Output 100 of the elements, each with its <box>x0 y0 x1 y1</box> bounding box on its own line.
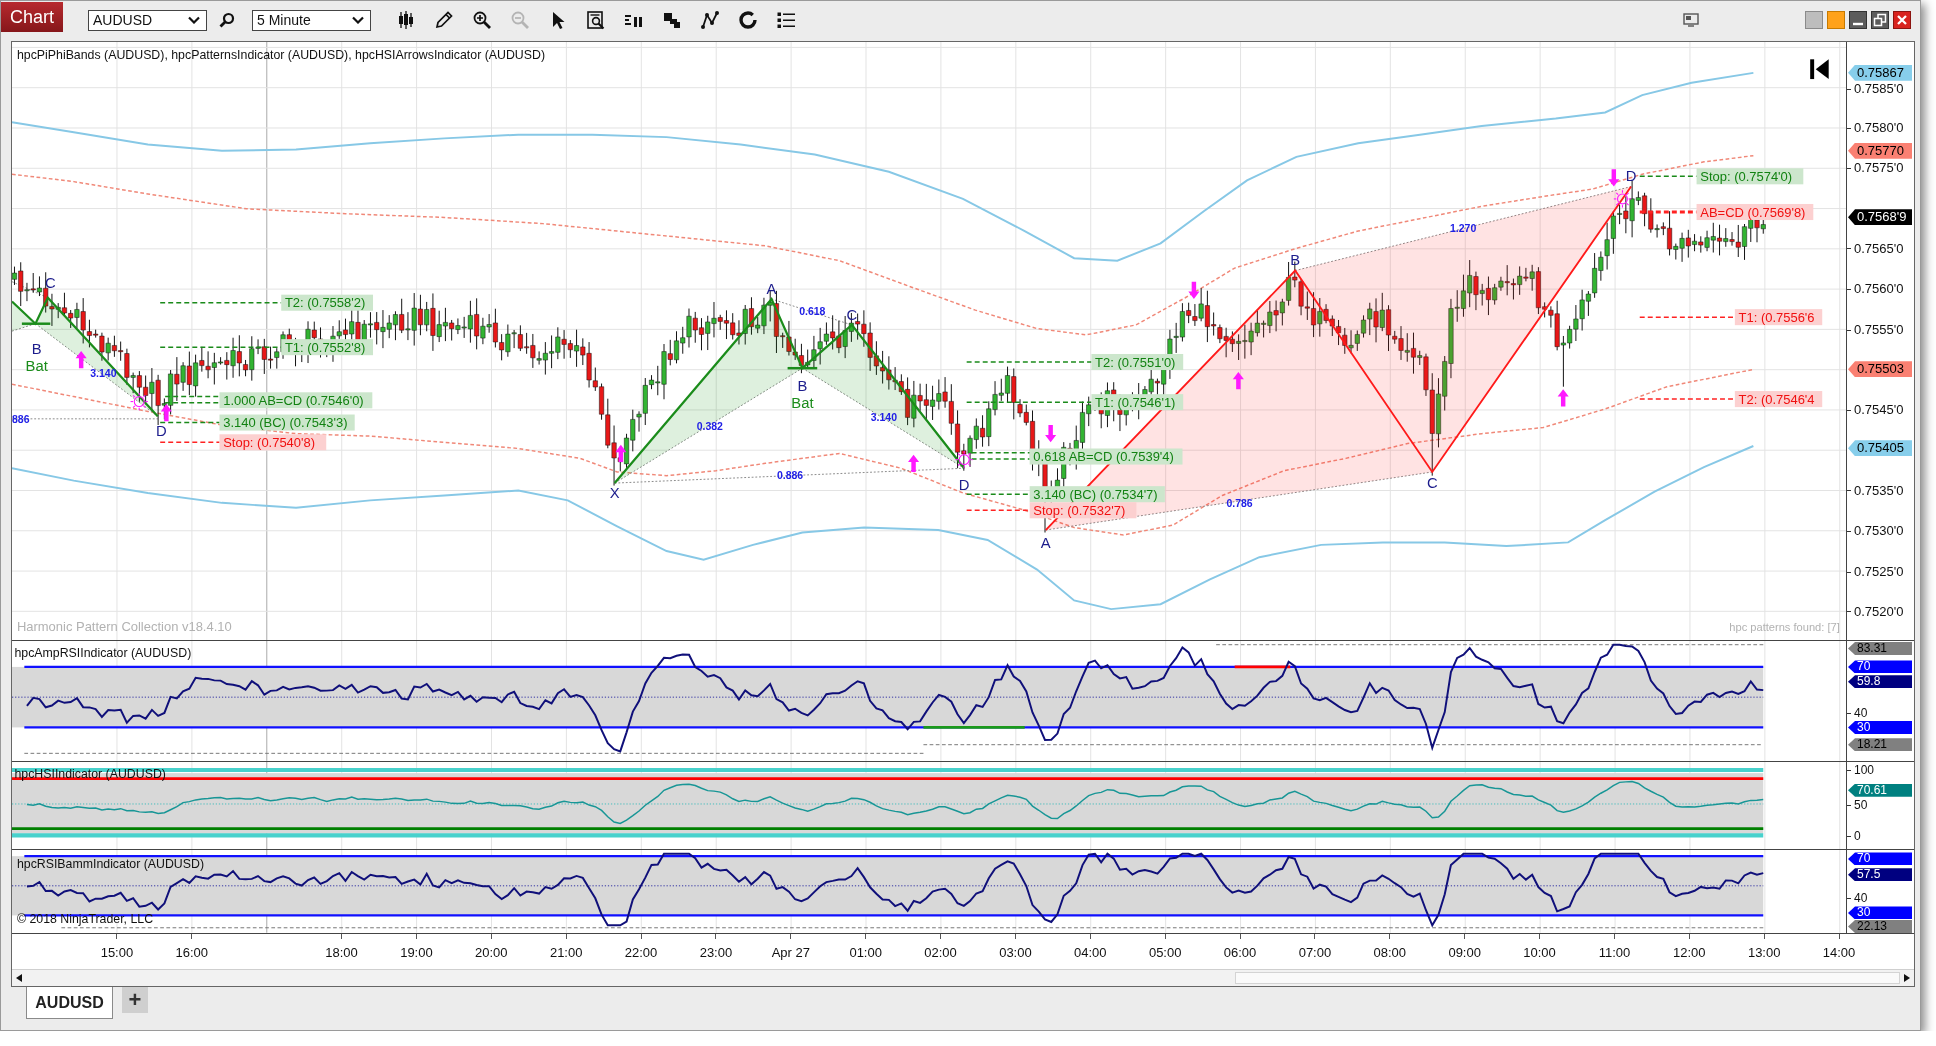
swatch-icon[interactable] <box>1827 11 1845 29</box>
axis-label: 50 <box>1854 797 1868 812</box>
target-label: T1: (0.7546'1) <box>1091 394 1184 411</box>
pattern-name-label: Bat <box>25 357 48 374</box>
stacked-squares-icon[interactable] <box>662 10 682 30</box>
add-tab-button[interactable]: + <box>122 987 148 1014</box>
up-arrow-icon <box>1557 389 1569 407</box>
price-label: 0.7580'0 <box>1854 120 1904 136</box>
price-label: 0.7535'0 <box>1854 482 1904 498</box>
time-label: 06:00 <box>1223 945 1257 961</box>
price-label: 0.7560'0 <box>1854 281 1904 297</box>
down-arrow-icon <box>1188 281 1200 299</box>
level-line <box>1639 175 1698 178</box>
document-search-icon[interactable] <box>586 10 606 30</box>
candlestick-icon[interactable] <box>396 10 416 30</box>
level-line <box>159 441 221 444</box>
starburst-icon <box>955 450 974 469</box>
ratio-label: 0.618 <box>799 306 826 318</box>
skip-back-icon[interactable] <box>1810 59 1829 80</box>
price-label: 0.7545'0 <box>1854 402 1904 418</box>
starburst-icon <box>1613 189 1632 209</box>
time-label: 22:00 <box>624 945 658 961</box>
search-icon[interactable] <box>219 12 235 28</box>
ratio-label: 3.140 <box>90 367 117 379</box>
time-label: 08:00 <box>1373 945 1407 961</box>
value-tag: 70 <box>1848 660 1912 674</box>
list-icon[interactable] <box>776 10 796 30</box>
minimize-icon[interactable] <box>1849 11 1867 29</box>
value-tag: 30 <box>1848 906 1912 920</box>
up-arrow-icon <box>908 454 920 472</box>
ratio-label: 0.886 <box>776 470 804 482</box>
time-label: 10:00 <box>1523 945 1556 961</box>
stop-label: Stop: (0.7532'7) <box>1029 502 1137 519</box>
time-label: 15:00 <box>100 945 134 961</box>
value-tag: 70.61 <box>1848 783 1912 797</box>
target-label: T2: (0.7546'4 <box>1734 391 1823 408</box>
point-label: B <box>1290 251 1301 268</box>
up-arrow-icon <box>75 350 87 369</box>
point-label: D <box>156 423 167 440</box>
version-text: Harmonic Pattern Collection v18.4.10 <box>16 619 232 635</box>
chevron-down-icon <box>188 16 200 24</box>
signal-segment <box>1234 665 1291 669</box>
instrument-dropdown[interactable]: AUDUSD <box>88 9 207 31</box>
indicator-title: hpcPiPhiBands (AUDUSD), hpcPatternsIndicator (AUDUSD), hpcHSIArrowsIndicator (AUDUSD) <box>16 47 546 62</box>
level-line <box>965 509 1031 511</box>
price-label: 0.7585'0 <box>1854 81 1904 97</box>
time-label: 18:00 <box>325 945 358 961</box>
target-label: T1: (0.7552'8) <box>281 339 374 356</box>
scrollbar-thumb[interactable] <box>1235 972 1900 985</box>
target-label: T1: (0.7556'6 <box>1734 309 1823 326</box>
restore-icon[interactable] <box>1871 11 1889 29</box>
ratio-label: 886 <box>12 413 30 425</box>
ratio-label: 0.382 <box>696 420 723 432</box>
ratio-label: 1.270 <box>1450 223 1477 235</box>
instrument-tab[interactable]: AUDUSD <box>26 987 113 1020</box>
point-label: C <box>1426 475 1438 492</box>
time-label: 23:00 <box>699 945 733 961</box>
interval-dropdown[interactable]: 5 Minute <box>252 9 371 31</box>
time-label: Apr 27 <box>771 945 810 961</box>
axis-label: 40 <box>1854 705 1868 720</box>
point-label: A <box>1040 534 1051 551</box>
value-tag: 70 <box>1848 852 1912 866</box>
ring-icon[interactable] <box>738 10 758 30</box>
time-label: 04:00 <box>1074 945 1107 961</box>
point-label: B <box>31 340 42 357</box>
price-label: 0.7575'0 <box>1854 160 1904 176</box>
line-nodes-icon[interactable] <box>700 10 720 30</box>
point-label: D <box>1625 167 1637 184</box>
indicator-title: hpcRSIBammIndicator (AUDUSD) <box>16 857 204 872</box>
price-tag: 0.7568'9 <box>1848 209 1912 226</box>
copyright-text: © 2018 NinjaTrader, LLC <box>16 912 154 927</box>
scroll-right-icon[interactable] <box>1904 974 1910 983</box>
target-label: AB=CD (0.7569'8) <box>1696 204 1814 221</box>
axis-label: 40 <box>1854 891 1868 906</box>
window-icon[interactable] <box>1683 13 1699 27</box>
scroll-left-icon[interactable] <box>16 974 22 983</box>
scrollbar[interactable] <box>12 970 1914 987</box>
price-tag: 0.75770 <box>1848 142 1912 159</box>
target-label: T2: (0.7558'2) <box>281 294 374 311</box>
point-label: D <box>958 476 970 493</box>
price-label: 0.7525'0 <box>1854 564 1904 580</box>
starburst-icon <box>130 392 149 411</box>
time-label: 19:00 <box>400 945 433 961</box>
down-arrow-icon <box>1045 425 1057 443</box>
close-icon[interactable] <box>1893 11 1911 29</box>
time-label: 05:00 <box>1148 945 1182 961</box>
zoom-in-icon[interactable] <box>472 10 492 30</box>
price-label: 0.7565'0 <box>1854 240 1904 256</box>
target-label: 3.140 (BC) (0.7534'7) <box>1029 486 1165 503</box>
pencil-icon[interactable] <box>434 10 454 30</box>
point-label: X <box>609 485 620 502</box>
target-label: 1.000 AB=CD (0.7546'0) <box>219 392 373 409</box>
time-label: 20:00 <box>475 945 508 961</box>
swatch-icon[interactable] <box>1805 11 1823 29</box>
value-tag: 83.31 <box>1848 641 1912 655</box>
time-label: 13:00 <box>1747 945 1781 961</box>
ratio-label: 0.786 <box>1226 497 1253 509</box>
price-label: 0.7530'0 <box>1854 523 1904 539</box>
axis-label: 0 <box>1854 828 1861 843</box>
target-label: T2: (0.7551'0) <box>1091 353 1184 371</box>
